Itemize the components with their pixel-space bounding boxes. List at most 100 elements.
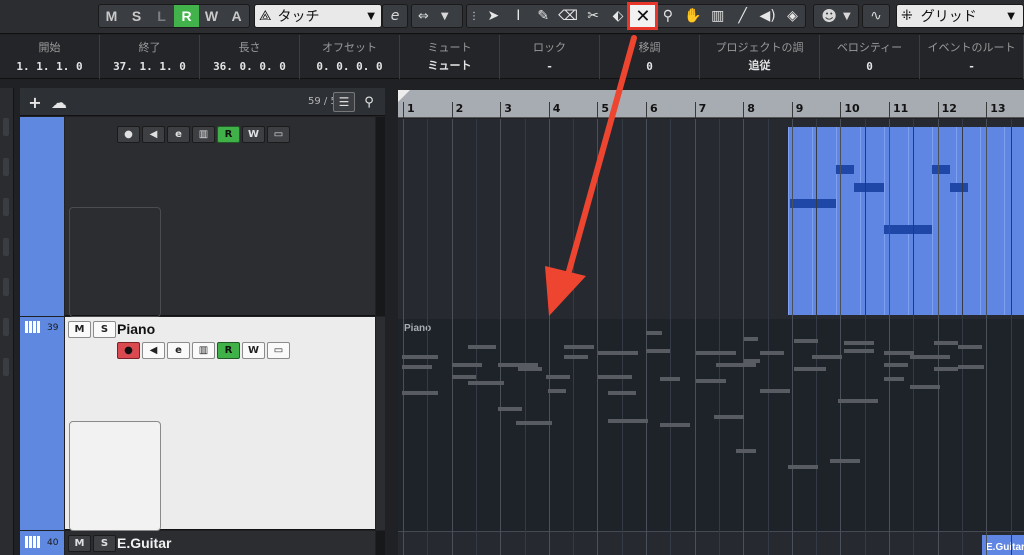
color-tool[interactable]: ◈: [780, 5, 805, 27]
piano-midi-note[interactable]: [934, 341, 958, 345]
listen-all-button[interactable]: L: [149, 5, 174, 27]
piano-midi-note[interactable]: [546, 375, 570, 379]
lanes-button[interactable]: ▭: [267, 126, 290, 143]
piano-midi-note[interactable]: [468, 381, 504, 385]
edit-instrument-button[interactable]: e: [167, 126, 190, 143]
read-all-button[interactable]: R: [174, 5, 199, 27]
comp-tool[interactable]: ▥: [705, 5, 730, 27]
track-header-eguitar[interactable]: M S E.Guitar: [65, 531, 375, 555]
info-field[interactable]: 終了 37. 1. 1. 0: [100, 35, 200, 79]
strip-handle[interactable]: [3, 158, 9, 176]
track-color-strip[interactable]: 40: [20, 531, 64, 555]
object-select-tool[interactable]: ➤: [481, 5, 506, 27]
info-field[interactable]: ベロシティー 0: [820, 35, 920, 79]
piano-midi-note[interactable]: [598, 375, 632, 379]
glue-tool[interactable]: ⬖: [606, 5, 631, 27]
track-mute-button[interactable]: M: [68, 321, 91, 338]
piano-midi-note[interactable]: [402, 365, 432, 369]
strip-handle[interactable]: [3, 318, 9, 336]
piano-midi-note[interactable]: [794, 367, 826, 371]
info-field[interactable]: ミュート ミュート: [400, 35, 500, 79]
midi-note[interactable]: [932, 165, 950, 174]
strip-handle[interactable]: [3, 358, 9, 376]
mute-tool[interactable]: ✕: [627, 2, 659, 30]
draw-tool[interactable]: ✎: [531, 5, 556, 27]
track-color-strip[interactable]: 39: [20, 317, 64, 530]
timeline-ruler[interactable]: 1 2 3 4 5 6 7 8 9 10 11 12 13: [398, 90, 1024, 118]
info-field-value[interactable]: 0: [866, 60, 873, 73]
range-tool[interactable]: Ⅰ: [506, 5, 531, 27]
track-color-strip[interactable]: [20, 117, 64, 316]
track-name[interactable]: Piano: [117, 321, 155, 337]
piano-midi-note[interactable]: [744, 359, 760, 363]
piano-midi-note[interactable]: [760, 389, 790, 393]
piano-midi-note[interactable]: [598, 351, 638, 355]
piano-midi-note[interactable]: [844, 349, 874, 353]
mute-all-button[interactable]: M: [99, 5, 124, 27]
piano-midi-note[interactable]: [838, 399, 878, 403]
piano-midi-note[interactable]: [794, 339, 818, 343]
monitor-button[interactable]: ◀: [142, 342, 165, 359]
strip-handle[interactable]: [3, 238, 9, 256]
piano-midi-note[interactable]: [608, 419, 648, 423]
piano-midi-note[interactable]: [660, 423, 690, 427]
piano-midi-note[interactable]: [452, 363, 482, 367]
track-header-piano[interactable]: M S Piano ● ◀ e ▥ R W ▭: [65, 317, 375, 531]
piano-midi-note[interactable]: [660, 377, 680, 381]
info-field[interactable]: イベントのルート -: [920, 35, 1024, 79]
piano-midi-note[interactable]: [716, 363, 756, 367]
snap-point-select[interactable]: ⇔ ▼: [411, 4, 463, 28]
record-enable-button[interactable]: ●: [117, 126, 140, 143]
zoom-tool[interactable]: ⚲: [655, 5, 680, 27]
track-solo-button[interactable]: S: [93, 535, 116, 552]
track-solo-button[interactable]: S: [93, 321, 116, 338]
midi-note[interactable]: [884, 225, 932, 234]
midi-note[interactable]: [790, 199, 836, 208]
piano-midi-note[interactable]: [452, 375, 476, 379]
read-automation-button[interactable]: R: [217, 342, 240, 359]
piano-midi-note[interactable]: [468, 345, 496, 349]
write-all-button[interactable]: W: [199, 5, 224, 27]
automation-panel-button[interactable]: e: [382, 4, 408, 28]
color-palette-button[interactable]: ☻ ▼: [813, 4, 859, 28]
piano-midi-note[interactable]: [958, 345, 982, 349]
info-field-value[interactable]: 1. 1. 1. 0: [16, 60, 82, 73]
project-arrange-area[interactable]: Piano E.Guitar: [398, 119, 1024, 555]
line-tool[interactable]: ╱: [730, 5, 755, 27]
midi-note[interactable]: [950, 183, 968, 192]
info-field-value[interactable]: -: [968, 60, 975, 73]
piano-midi-note[interactable]: [548, 389, 566, 393]
piano-midi-note[interactable]: [498, 407, 522, 411]
eguitar-track-lane[interactable]: [398, 531, 1024, 555]
instrument-button[interactable]: ▥: [192, 126, 215, 143]
info-field[interactable]: 開始 1. 1. 1. 0: [0, 35, 100, 79]
midi-part-region[interactable]: [788, 127, 1024, 315]
info-field[interactable]: プロジェクトの調 追従: [700, 35, 820, 79]
piano-midi-note[interactable]: [812, 355, 842, 359]
info-field-value[interactable]: 追従: [749, 57, 771, 73]
info-field[interactable]: 長さ 36. 0. 0. 0: [200, 35, 300, 79]
erase-tool[interactable]: ⌫: [556, 5, 581, 27]
piano-midi-note[interactable]: [696, 351, 736, 355]
piano-midi-note[interactable]: [934, 367, 958, 371]
automation-all-button[interactable]: A: [224, 5, 249, 27]
piano-midi-note[interactable]: [736, 449, 756, 453]
piano-midi-note[interactable]: [744, 337, 758, 341]
piano-midi-note[interactable]: [884, 377, 904, 381]
piano-midi-note[interactable]: [402, 355, 438, 359]
record-enable-button[interactable]: ●: [117, 342, 140, 359]
piano-midi-note[interactable]: [884, 363, 908, 367]
strip-handle[interactable]: [3, 198, 9, 216]
piano-midi-note[interactable]: [958, 365, 984, 369]
info-field[interactable]: ロック -: [500, 35, 600, 79]
piano-midi-note[interactable]: [910, 385, 940, 389]
write-automation-button[interactable]: W: [242, 342, 265, 359]
info-field[interactable]: 移調 0: [600, 35, 700, 79]
piano-midi-note[interactable]: [564, 355, 588, 359]
info-field-value[interactable]: 37. 1. 1. 0: [113, 60, 186, 73]
piano-midi-note[interactable]: [844, 341, 874, 345]
eguitar-part-region[interactable]: E.Guitar: [982, 535, 1024, 555]
read-automation-button[interactable]: R: [217, 126, 240, 143]
automation-mode-select[interactable]: ⟁ タッチ ▼: [254, 4, 382, 28]
add-track-button[interactable]: +: [24, 92, 46, 112]
